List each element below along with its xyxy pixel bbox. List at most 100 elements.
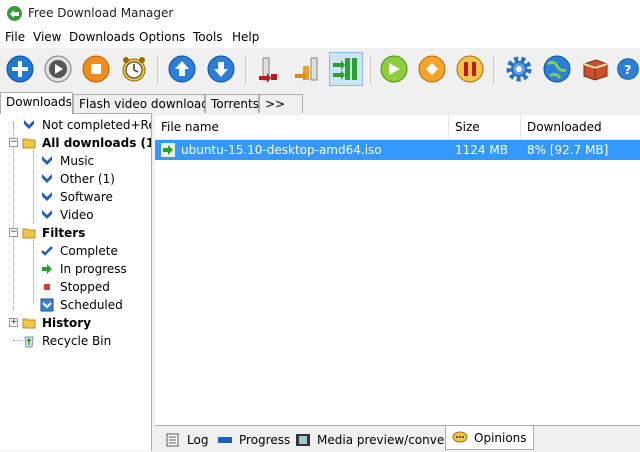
menu-file[interactable]: File <box>5 30 25 44</box>
tab-label: Progress <box>239 432 291 447</box>
menu-tools[interactable]: Tools <box>193 30 223 44</box>
menu-view[interactable]: View <box>33 30 61 44</box>
plus-icon <box>6 55 34 83</box>
tree-item-recycle-bin[interactable]: Recycle Bin <box>22 332 111 350</box>
tab-opinions[interactable]: Opinions <box>445 426 534 450</box>
tree-item-complete[interactable]: Complete <box>40 242 118 260</box>
scheduler-button[interactable] <box>117 52 151 86</box>
menu-help[interactable]: Help <box>232 30 259 44</box>
help-book-button[interactable] <box>578 52 612 86</box>
tree-item-label: Video <box>60 208 94 222</box>
stop-button[interactable] <box>79 52 113 86</box>
tree-item-history[interactable]: History <box>22 314 91 332</box>
tree-item-music[interactable]: Music <box>40 152 94 170</box>
stop-square-icon <box>44 284 50 290</box>
tree-item-filters[interactable]: Filters <box>22 224 85 242</box>
tree-item-label: Not completed+Rec <box>42 118 152 132</box>
size-cell: 1124 MB <box>455 143 508 157</box>
menu-downloads[interactable]: Downloads <box>69 30 135 44</box>
toolbar-separator <box>493 56 494 84</box>
speed-medium-button[interactable] <box>291 52 325 86</box>
toolbar-separator <box>157 56 158 84</box>
stop-all-button[interactable] <box>415 52 449 86</box>
window-title: Free Download Manager <box>28 6 174 20</box>
tab-progress[interactable]: Progress <box>211 429 296 450</box>
svg-text:?: ? <box>624 63 631 78</box>
speech-bubble-icon <box>452 431 468 442</box>
tab-label: Log <box>187 432 209 447</box>
tab-label: Media preview/convert <box>317 432 454 447</box>
collapse-filters-toggle[interactable]: − <box>9 228 18 237</box>
settings-button[interactable] <box>502 52 536 86</box>
list-header: File name Size Downloaded <box>155 115 640 140</box>
stop-icon <box>82 55 110 83</box>
tree-item-not-completed[interactable]: Not completed+Rec <box>22 116 152 134</box>
progress-icon <box>218 436 232 443</box>
community-button[interactable] <box>540 52 574 86</box>
tree-item-software[interactable]: Software <box>40 188 113 206</box>
tree-item-stopped[interactable]: Stopped <box>40 278 110 296</box>
traffic-low-icon <box>259 57 277 83</box>
collapse-all-downloads-toggle[interactable]: − <box>9 138 18 147</box>
tree-item-label: Software <box>60 190 113 204</box>
tree-item-video[interactable]: Video <box>40 206 94 224</box>
arrow-up-icon <box>168 55 196 83</box>
pause-all-icon <box>456 55 484 83</box>
table-row[interactable]: ubuntu-15.10-desktop-amd64.iso 1124 MB 8… <box>155 140 640 160</box>
move-up-button[interactable] <box>165 52 199 86</box>
tree-item-label: History <box>42 316 92 330</box>
checkmark-icon <box>41 246 53 256</box>
tree-item-in-progress[interactable]: In progress <box>40 260 127 278</box>
tree-item-label: Complete <box>60 244 118 258</box>
about-button[interactable]: ? <box>616 52 640 86</box>
pause-all-button[interactable] <box>453 52 487 86</box>
menu-bar: File View Downloads Options Tools Help <box>0 28 640 48</box>
tree-item-label: Recycle Bin <box>42 334 112 348</box>
app-logo-icon <box>7 6 22 21</box>
tab-media-preview[interactable]: Media preview/convert <box>289 429 460 450</box>
arrow-down-icon <box>42 174 52 183</box>
tab-more[interactable]: >> <box>259 94 303 113</box>
traffic-medium-icon <box>295 57 318 81</box>
tab-torrents[interactable]: Torrents <box>205 94 259 113</box>
arrow-down-icon <box>42 210 52 219</box>
start-all-icon <box>380 55 408 83</box>
tab-flash-video-downloads[interactable]: Flash video downloads <box>73 94 215 113</box>
calendar-icon <box>40 298 54 312</box>
menu-options[interactable]: Options <box>139 30 185 44</box>
column-header-downloaded[interactable]: Downloaded <box>521 115 640 139</box>
tree-item-other[interactable]: Other (1) <box>40 170 115 188</box>
log-icon <box>166 433 179 446</box>
tree-item-label: In progress <box>60 262 127 276</box>
tree-item-all-downloads[interactable]: All downloads (1) <box>22 134 151 152</box>
book-icon <box>583 59 608 81</box>
gear-icon <box>506 56 532 82</box>
tree-line <box>33 240 34 304</box>
recycle-bin-icon <box>24 336 34 348</box>
tab-log[interactable]: Log <box>159 429 214 450</box>
play-icon <box>44 55 72 83</box>
move-down-button[interactable] <box>204 52 238 86</box>
category-tree: Not completed+Rec − All downloads (1) Mu… <box>0 113 152 451</box>
expand-history-toggle[interactable]: + <box>9 318 18 327</box>
column-header-file-name[interactable]: File name <box>155 115 449 139</box>
tree-item-scheduled[interactable]: Scheduled <box>40 296 123 314</box>
toolbar-separator <box>245 56 246 84</box>
film-icon <box>296 433 310 446</box>
arrow-down-icon <box>207 55 235 83</box>
arrow-down-icon <box>42 192 52 201</box>
tree-item-label: Music <box>60 154 95 168</box>
start-button[interactable] <box>41 52 75 86</box>
add-download-button[interactable] <box>3 52 37 86</box>
start-all-button[interactable] <box>377 52 411 86</box>
folder-icon <box>22 228 36 239</box>
column-header-size[interactable]: Size <box>449 115 521 139</box>
file-name-cell: ubuntu-15.10-desktop-amd64.iso <box>181 143 382 157</box>
arrow-right-icon <box>42 264 52 274</box>
tab-downloads[interactable]: Downloads <box>0 92 73 114</box>
tab-label: Opinions <box>474 430 527 445</box>
speed-low-button[interactable] <box>253 52 287 86</box>
alarm-clock-icon <box>122 57 146 82</box>
folder-icon <box>22 138 36 149</box>
speed-high-button[interactable] <box>329 52 363 86</box>
